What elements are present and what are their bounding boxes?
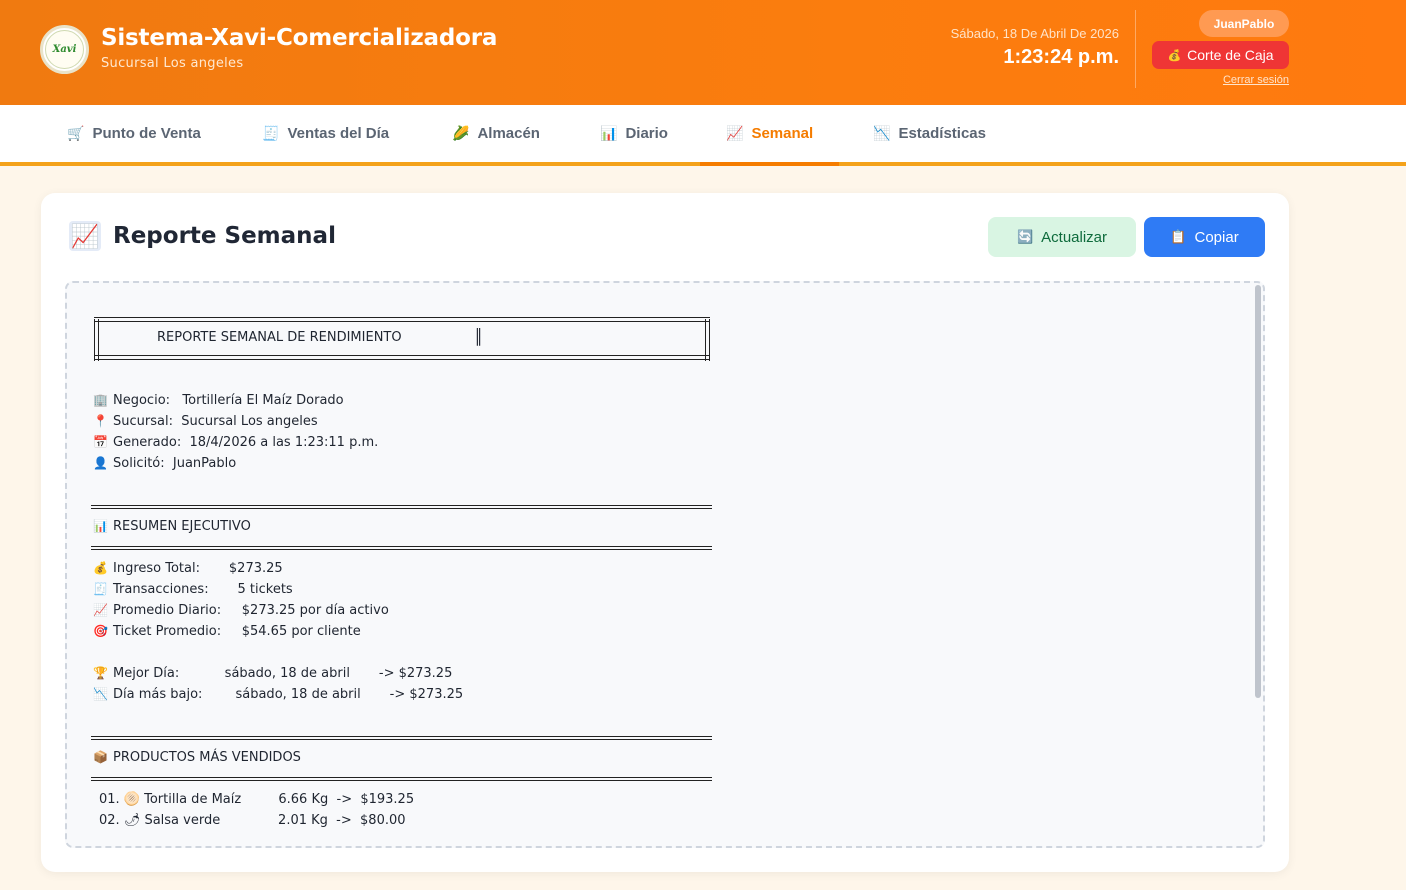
info-text: Generado: 18/4/2026 a las 1:23:11 p.m. (113, 435, 379, 450)
info-text: Solicitó: JuanPablo (113, 456, 237, 471)
main-nav: 🛒 Punto de Venta 🧾 Ventas del Día 🌽 Alma… (0, 105, 1406, 166)
report-banner: REPORTE SEMANAL DE RENDIMIENTO (157, 330, 402, 345)
bar-chart-icon: 📊 (93, 519, 108, 533)
banner-border-top (94, 317, 710, 322)
active-tab-indicator (700, 162, 839, 166)
app-logo: Xavi (40, 25, 89, 74)
summary-text: Mejor Día: sábado, 18 de abril -> $273.2… (113, 666, 453, 681)
product-row: 01. 🫓 Tortilla de Maíz 6.66 Kg -> $193.2… (99, 792, 415, 807)
clipboard-icon: 📋 (1170, 229, 1187, 244)
summary-heading: 📊 RESUMEN EJECUTIVO (93, 519, 251, 534)
app-title: Sistema-Xavi-Comercializadora (101, 25, 498, 51)
corte-de-caja-button[interactable]: 💰 Corte de Caja (1152, 41, 1289, 69)
summary-text: Ticket Promedio: $54.65 por cliente (113, 624, 361, 639)
tab-diario[interactable]: 📊 Diario (600, 105, 668, 162)
trophy-icon: 🏆 (93, 666, 108, 680)
tab-label: Estadísticas (898, 125, 986, 142)
cart-icon: 🛒 (67, 125, 85, 141)
tab-label: Diario (625, 125, 668, 142)
money-bag-icon: 💰 (93, 561, 108, 575)
info-text: Sucursal: Sucursal Los angeles (113, 414, 318, 429)
summary-transacciones: 🧾 Transacciones: 5 tickets (93, 582, 293, 597)
summary-ticket-promedio: 🎯 Ticket Promedio: $54.65 por cliente (93, 624, 361, 639)
trending-up-icon: 📈 (93, 603, 108, 617)
tab-estadisticas[interactable]: 📉 Estadísticas (873, 105, 986, 162)
summary-text: Promedio Diario: $273.25 por día activo (113, 603, 389, 618)
products-title: PRODUCTOS MÁS VENDIDOS (113, 750, 301, 765)
current-time: 1:23:24 p.m. (1003, 46, 1119, 68)
summary-text: Transacciones: 5 tickets (113, 582, 293, 597)
summary-text: Día más bajo: sábado, 18 de abril -> $27… (113, 687, 464, 702)
info-negocio: 🏢 Negocio: Tortillería El Maíz Dorado (93, 393, 344, 408)
summary-text: Ingreso Total: $273.25 (113, 561, 283, 576)
trending-down-icon: 📉 (93, 687, 108, 701)
logo-emblem: Xavi (45, 30, 84, 69)
tab-label: Semanal (751, 125, 814, 142)
corn-icon: 🌽 (452, 125, 470, 141)
summary-dia-mas-bajo: 📉 Día más bajo: sábado, 18 de abril -> $2… (93, 687, 463, 702)
logout-link[interactable]: Cerrar sesión (1223, 74, 1289, 86)
pin-icon: 📍 (93, 414, 108, 428)
receipt-icon: 🧾 (93, 582, 108, 596)
building-icon: 🏢 (93, 393, 108, 407)
target-icon: 🎯 (93, 624, 108, 638)
refresh-icon: 🔄 (1016, 229, 1034, 244)
info-generado: 📅 Generado: 18/4/2026 a las 1:23:11 p.m. (93, 435, 378, 450)
header-divider (1135, 10, 1136, 88)
divider (91, 777, 712, 781)
tab-label: Almacén (477, 125, 540, 142)
products-heading: 📦 PRODUCTOS MÁS VENDIDOS (93, 750, 301, 765)
tab-almacen[interactable]: 🌽 Almacén (452, 105, 540, 162)
product-row: 02. 🌶 Salsa verde 2.01 Kg -> $80.00 (99, 813, 406, 828)
info-text: Negocio: Tortillería El Maíz Dorado (113, 393, 344, 408)
tab-punto-de-venta[interactable]: 🛒 Punto de Venta (67, 105, 201, 162)
banner-edge: ║ (474, 328, 484, 346)
info-sucursal: 📍 Sucursal: Sucursal Los angeles (93, 414, 318, 429)
card-title: 📈 Reporte Semanal (69, 221, 336, 251)
scrollbar[interactable] (1255, 285, 1261, 698)
user-icon: 👤 (93, 456, 108, 470)
summary-mejor-dia: 🏆 Mejor Día: sábado, 18 de abril -> $273.… (93, 666, 452, 681)
current-date: Sábado, 18 De Abril De 2026 (950, 26, 1119, 41)
tab-ventas-del-dia[interactable]: 🧾 Ventas del Día (262, 105, 389, 162)
banner-border-bottom (94, 355, 710, 360)
package-icon: 📦 (93, 750, 108, 764)
bar-chart-icon: 📊 (600, 125, 618, 141)
report-card: 📈 Reporte Semanal 🔄 Actualizar 📋 Copiar … (41, 193, 1289, 872)
divider (91, 736, 712, 740)
trending-up-icon: 📈 (726, 125, 744, 141)
divider (91, 505, 712, 509)
user-badge: JuanPablo (1199, 10, 1289, 37)
trending-down-icon: 📉 (873, 125, 891, 141)
summary-promedio-diario: 📈 Promedio Diario: $273.25 por día activo (93, 603, 389, 618)
info-solicito: 👤 Solicitó: JuanPablo (93, 456, 236, 471)
divider (91, 546, 712, 550)
corte-de-caja-label: Corte de Caja (1187, 47, 1274, 63)
tab-label: Ventas del Día (287, 125, 390, 142)
report-text-area[interactable]: REPORTE SEMANAL DE RENDIMIENTO ║ 🏢 Negoci… (65, 281, 1265, 848)
update-button[interactable]: 🔄 Actualizar (988, 217, 1136, 257)
calendar-icon: 📅 (93, 435, 108, 449)
app-header: Xavi Sistema-Xavi-Comercializadora Sucur… (0, 0, 1406, 105)
tab-label: Punto de Venta (92, 125, 201, 142)
receipt-icon: 🧾 (262, 125, 280, 141)
update-label: Actualizar (1041, 228, 1108, 246)
summary-title: RESUMEN EJECUTIVO (113, 519, 251, 534)
copy-label: Copiar (1194, 228, 1239, 246)
card-title-text: Reporte Semanal (113, 223, 336, 249)
copy-button[interactable]: 📋 Copiar (1144, 217, 1265, 257)
tab-semanal[interactable]: 📈 Semanal (726, 105, 813, 162)
branch-subtitle: Sucursal Los angeles (101, 56, 244, 71)
summary-ingreso: 💰 Ingreso Total: $273.25 (93, 561, 283, 576)
money-bag-icon: 💰 (1167, 49, 1182, 62)
trending-up-icon: 📈 (69, 221, 101, 251)
